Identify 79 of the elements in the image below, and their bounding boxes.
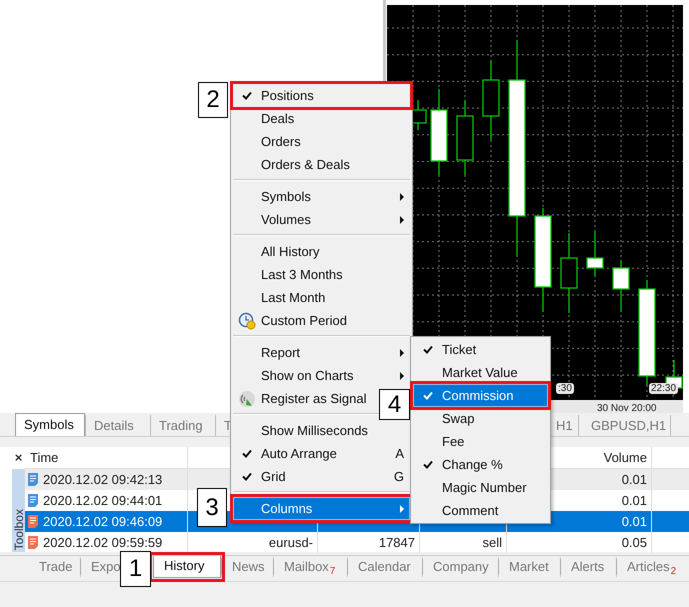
check-icon	[422, 345, 432, 354]
tab[interactable]: GBPUSD,H1	[578, 415, 670, 436]
menu-item[interactable]: Columns	[233, 497, 410, 520]
signal-icon	[238, 390, 256, 408]
menu-item[interactable]: Show Milliseconds	[233, 419, 410, 442]
submenu-arrow-icon	[400, 192, 404, 200]
table-cell: 0.01	[622, 472, 647, 487]
step-number: 4	[379, 389, 410, 420]
table-cell: sell	[482, 535, 502, 550]
menu-item[interactable]: Positions	[233, 84, 410, 107]
menu-item[interactable]: Change %	[413, 453, 548, 476]
table-cell: 17847	[378, 535, 415, 550]
menu-item[interactable]: Orders & Deals	[233, 153, 410, 176]
tab[interactable]: Trading	[150, 415, 215, 436]
submenu-arrow-icon	[400, 372, 404, 380]
tab[interactable]: Articles$_{2}$	[616, 556, 678, 578]
check-icon	[422, 460, 432, 469]
menu-item[interactable]: Last Month	[233, 286, 410, 309]
step-number: 1	[120, 551, 151, 587]
submenu-arrow-icon	[400, 348, 404, 356]
menu-item[interactable]: Market Value	[413, 361, 548, 384]
unread-count-label: 2	[670, 566, 676, 577]
check-icon	[242, 472, 252, 481]
shortcut-label: G	[394, 469, 404, 484]
time-label: 30 Nov 20:00	[596, 403, 658, 414]
tab[interactable]: Calendar	[347, 556, 422, 578]
tab[interactable]: Market	[498, 556, 560, 578]
menu-item[interactable]: Magic Number	[413, 476, 548, 499]
time-label: 22:30	[649, 383, 678, 394]
menu-item[interactable]: All History	[233, 240, 410, 263]
menu-item[interactable]: Custom Period	[233, 309, 410, 332]
shortcut-label: A	[395, 446, 404, 461]
column-header[interactable]: Volume	[604, 450, 647, 465]
menu-item[interactable]: Auto Arrange A	[233, 442, 410, 465]
tab[interactable]: H1	[548, 415, 578, 436]
table-cell-text: 2020.12.02 09:44:01	[43, 492, 162, 510]
candle	[586, 232, 604, 277]
menu-item[interactable]: Comment	[413, 499, 548, 522]
menu-item[interactable]: Orders	[233, 130, 410, 153]
menu-item[interactable]: Deals	[233, 107, 410, 130]
menu-item[interactable]: Swap	[413, 407, 548, 430]
table-cell-text: 2020.12.02 09:46:09	[43, 513, 162, 531]
table-cell: eurusd-	[268, 535, 313, 550]
check-icon	[242, 91, 252, 100]
column-header[interactable]: Time	[27, 447, 58, 468]
menu-item[interactable]: Fee	[413, 430, 548, 453]
tab[interactable]: Alerts	[560, 556, 616, 578]
tab[interactable]: News	[221, 556, 273, 578]
table-cell: 0.05	[622, 535, 647, 550]
tab[interactable]: Symbols	[15, 413, 85, 436]
check-icon	[422, 391, 432, 400]
candle	[612, 260, 630, 312]
table-cell: 0.01	[622, 514, 647, 529]
menu-item[interactable]: Ticket	[413, 338, 548, 361]
table-cell-text: 2020.12.02 09:59:59	[43, 534, 162, 552]
menu-item[interactable]: Last 3 Months	[233, 263, 410, 286]
submenu-arrow-icon	[400, 504, 404, 512]
check-icon	[242, 449, 252, 458]
menu-item[interactable]: Grid G	[233, 465, 410, 488]
menu-item[interactable]: Commission	[413, 384, 548, 407]
tab[interactable]: Details	[85, 415, 150, 436]
clock-icon	[238, 312, 256, 330]
tab[interactable]: Company	[422, 556, 498, 578]
menu-item[interactable]: Register as Signal	[233, 387, 372, 410]
table-cell-text: 2020.12.02 09:42:13	[43, 471, 162, 489]
tab[interactable]: Mailbox$_{7}$	[273, 556, 347, 578]
menu-item[interactable]: Symbols	[233, 185, 410, 208]
step-number: 2	[198, 82, 228, 118]
unread-count-label: 7	[330, 566, 336, 577]
toolbox-label: Toolbox	[12, 508, 26, 550]
table-cell: 0.01	[622, 493, 647, 508]
close-button[interactable]: ×	[12, 447, 25, 469]
time-label: :30	[556, 383, 574, 394]
step-number: 3	[197, 488, 227, 527]
menu-item[interactable]: Report	[233, 341, 410, 364]
menu-item[interactable]: Volumes	[233, 208, 410, 231]
tab[interactable]: Trade	[28, 556, 80, 578]
menu-item[interactable]: Show on Charts	[233, 364, 410, 387]
submenu-arrow-icon	[400, 216, 404, 224]
